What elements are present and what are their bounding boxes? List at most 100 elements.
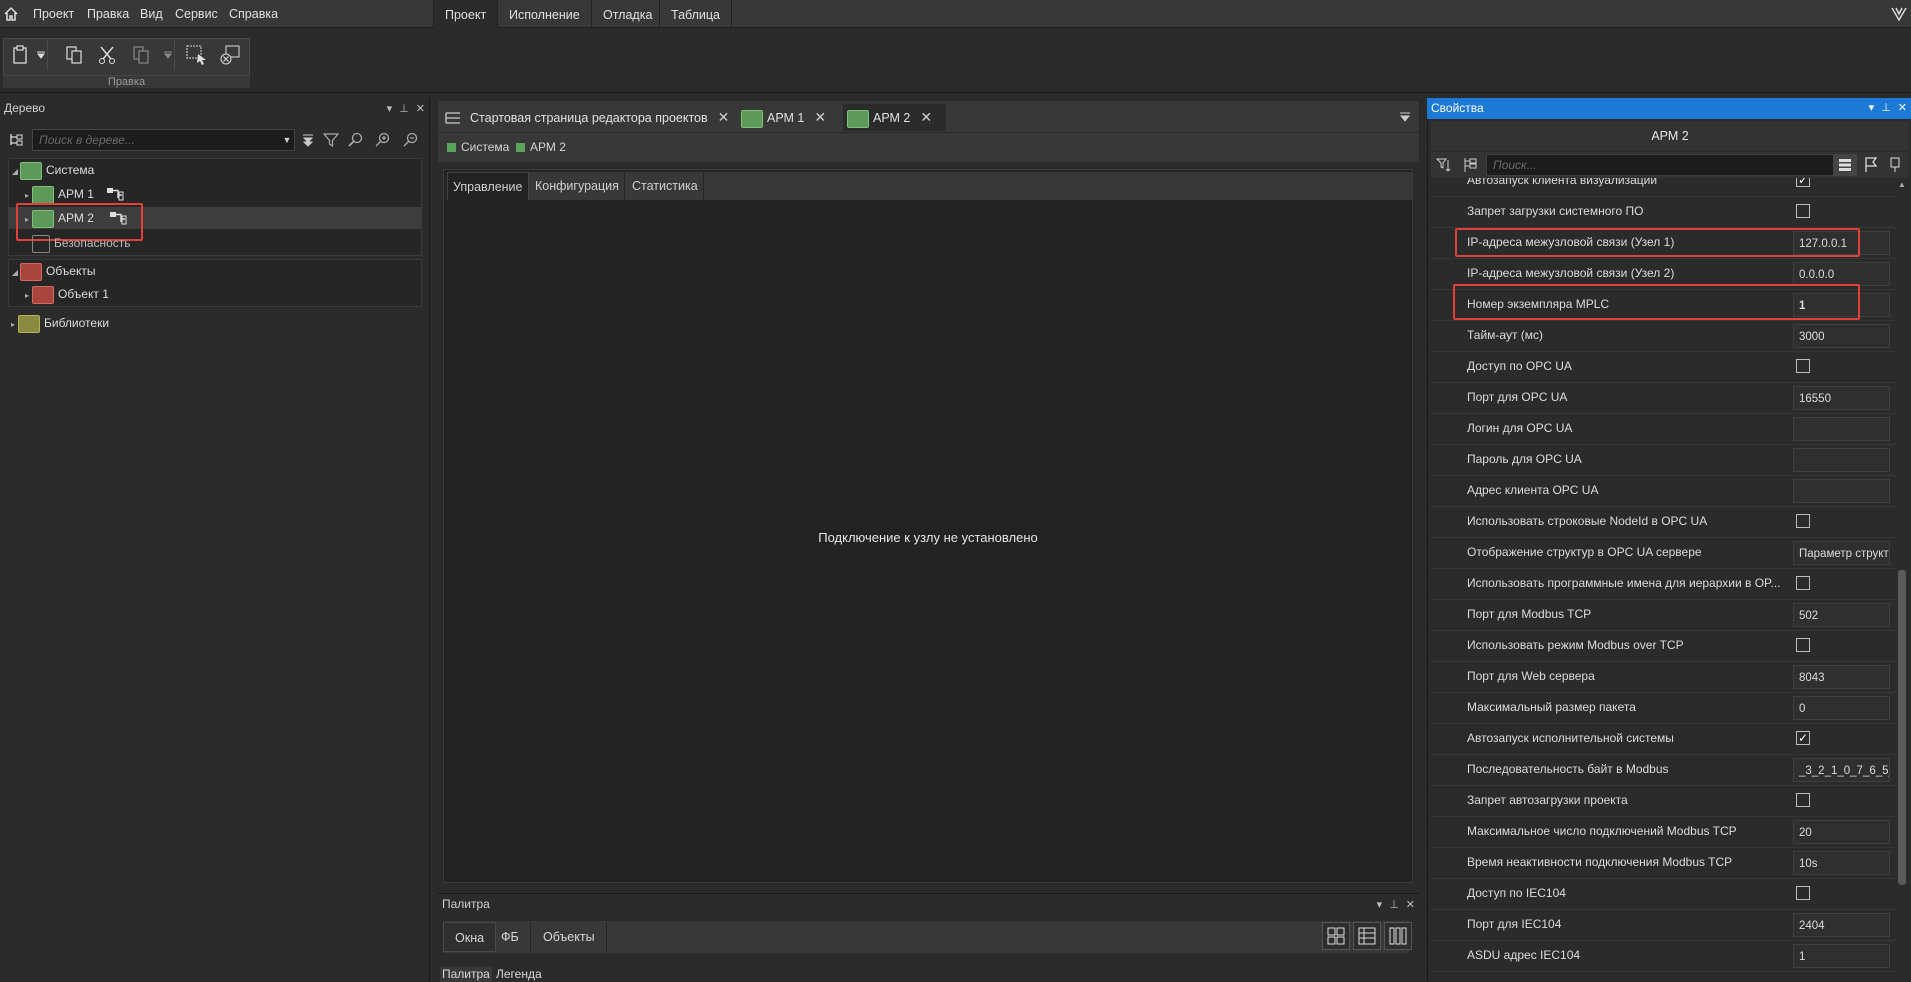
tree-search-input[interactable]: Поиск в дереве... — [32, 129, 295, 151]
tree-node-arm1[interactable]: ▸ АРМ 1 — [22, 183, 94, 205]
tab-configuration[interactable]: Конфигурация — [530, 172, 625, 200]
scrollbar-thumb[interactable] — [1898, 570, 1906, 885]
property-row[interactable]: Использовать программные имена для иерар… — [1431, 568, 1896, 600]
property-value-field[interactable]: 3000 — [1793, 324, 1890, 348]
checkbox-checked[interactable]: ✓ — [1796, 731, 1810, 745]
scroll-up-icon[interactable]: ▲ — [1898, 181, 1906, 189]
palette-tab-windows[interactable]: Окна — [443, 922, 497, 952]
close-icon[interactable]: ✕ — [1406, 898, 1415, 911]
tab-control[interactable]: Управление — [447, 172, 529, 200]
property-row[interactable]: Использовать режим Modbus over TCP — [1431, 630, 1896, 662]
paste-button[interactable] — [6, 40, 34, 70]
tab-arm1[interactable]: АРМ 1 ✕ — [737, 104, 839, 131]
property-row[interactable]: Доступ по IEC104 — [1431, 878, 1896, 910]
find-icon[interactable] — [345, 129, 367, 151]
chevron-down-icon[interactable]: ▾ — [1869, 98, 1875, 119]
find-next-icon[interactable] — [372, 129, 394, 151]
ribbon-tab-table[interactable]: Таблица — [659, 0, 733, 30]
expanded-icon[interactable]: ◢ — [10, 161, 20, 183]
property-row[interactable]: Максимальный размер пакета 0 — [1431, 692, 1896, 724]
collapsed-icon[interactable]: ▸ — [22, 285, 32, 307]
tab-arm2[interactable]: АРМ 2 ✕ — [843, 104, 946, 131]
menu-help[interactable]: Справка — [222, 0, 285, 28]
property-row[interactable]: Запрет автозагрузки проекта — [1431, 785, 1896, 817]
property-row[interactable]: Использовать строковые NodeId в OPC UA — [1431, 506, 1896, 538]
home-icon[interactable] — [0, 0, 22, 28]
close-icon[interactable]: ✕ — [718, 109, 730, 125]
property-value-field[interactable]: _3_2_1_0_7_6_5_4 — [1793, 758, 1890, 782]
collapsed-icon[interactable]: ▸ — [8, 314, 18, 336]
property-row[interactable]: Автозапуск исполнительной системы ✓ — [1431, 723, 1896, 755]
property-value-field[interactable] — [1793, 479, 1890, 503]
filter-icon[interactable] — [320, 129, 342, 151]
duplicate-button[interactable] — [127, 40, 155, 70]
checkbox[interactable] — [1796, 514, 1810, 528]
checkbox[interactable] — [1796, 359, 1810, 373]
chevron-down-icon[interactable]: ▾ — [1377, 898, 1383, 911]
property-row[interactable]: Порт для Modbus TCP 502 — [1431, 599, 1896, 631]
menu-project[interactable]: Проект — [26, 0, 81, 28]
copy-button[interactable] — [60, 40, 88, 70]
property-row[interactable]: Последовательность байт в Modbus _3_2_1_0… — [1431, 754, 1896, 786]
tag-icon[interactable] — [1884, 154, 1906, 176]
close-icon[interactable]: ✕ — [1898, 98, 1907, 119]
property-row[interactable]: Автозапуск клиента визуализации ✓ — [1431, 178, 1896, 197]
tree-structure-icon[interactable] — [4, 129, 28, 151]
tab-statistics[interactable]: Статистика — [627, 172, 704, 200]
property-value-field[interactable]: 1 — [1793, 944, 1890, 968]
checkbox[interactable] — [1796, 793, 1810, 807]
close-icon[interactable]: ✕ — [920, 109, 932, 125]
checkbox[interactable] — [1796, 204, 1810, 218]
select-button[interactable] — [183, 40, 211, 70]
checkbox[interactable] — [1796, 886, 1810, 900]
breadcrumb-arm2[interactable]: АРМ 2 — [516, 132, 566, 162]
bottom-tab-legend[interactable]: Легенда — [494, 967, 544, 982]
menu-view[interactable]: Вид — [133, 0, 170, 28]
tabs-dropdown-icon[interactable] — [1396, 106, 1414, 128]
property-value-field[interactable] — [1793, 417, 1890, 441]
checkbox-checked[interactable]: ✓ — [1796, 178, 1810, 187]
property-value-field[interactable]: 8043 — [1793, 665, 1890, 689]
tree-node-libraries[interactable]: ▸ Библиотеки — [8, 312, 109, 334]
property-row[interactable]: ASDU адрес IEC104 1 — [1431, 940, 1896, 972]
breadcrumb-system[interactable]: Система — [447, 132, 509, 162]
collapse-all-icon[interactable] — [298, 129, 318, 151]
property-row[interactable]: Тайм-аут (мс) 3000 — [1431, 320, 1896, 352]
expanded-icon[interactable]: ◢ — [10, 262, 20, 284]
palette-tab-objects[interactable]: Объекты — [532, 922, 607, 952]
ribbon-tab-project[interactable]: Проект — [433, 0, 499, 31]
grid-view-icon[interactable] — [1322, 922, 1350, 950]
connect-node-icon[interactable] — [104, 185, 126, 203]
tree-node-security[interactable]: Безопасность — [32, 232, 131, 254]
tree-node-objects[interactable]: ◢ Объекты — [10, 260, 96, 282]
property-value-field[interactable]: 2404 — [1793, 913, 1890, 937]
paste-dropdown-icon[interactable] — [34, 40, 48, 70]
property-value-field[interactable]: 0.0.0.0 — [1793, 262, 1890, 286]
bottom-tab-palette[interactable]: Палитра — [440, 967, 492, 982]
checkbox[interactable] — [1796, 576, 1810, 590]
columns-view-icon[interactable] — [1384, 922, 1412, 950]
pin-icon[interactable]: ⊥ — [1389, 898, 1399, 911]
list-view-icon[interactable] — [1833, 154, 1857, 176]
search-dropdown-icon[interactable]: ▼ — [280, 129, 294, 151]
property-row[interactable]: Запрет загрузки системного ПО — [1431, 196, 1896, 228]
cut-button[interactable] — [93, 40, 121, 70]
find-previous-icon[interactable] — [400, 129, 422, 151]
menu-service[interactable]: Сервис — [168, 0, 225, 28]
property-row[interactable]: Доступ по OPC UA — [1431, 351, 1896, 383]
property-value-field[interactable]: 502 — [1793, 603, 1890, 627]
properties-search-input[interactable]: Поиск... — [1486, 154, 1838, 176]
ribbon-tab-debug[interactable]: Отладка — [591, 0, 663, 30]
property-row[interactable]: Время неактивности подключения Modbus TC… — [1431, 847, 1896, 879]
tab-start-page[interactable]: Стартовая страница редактора проектов ✕ — [466, 104, 730, 131]
property-row[interactable]: Адрес клиента OPC UA — [1431, 475, 1896, 507]
property-value-field[interactable]: 20 — [1793, 820, 1890, 844]
tab-list-icon[interactable] — [442, 104, 464, 131]
categorize-icon[interactable] — [1459, 154, 1481, 176]
delete-button[interactable] — [216, 40, 244, 70]
property-row[interactable]: Порт для OPC UA 16550 — [1431, 382, 1896, 414]
property-value-field[interactable]: Параметр структу — [1793, 541, 1890, 565]
property-value-field[interactable]: 0 — [1793, 696, 1890, 720]
tree-node-object1[interactable]: ▸ Объект 1 — [22, 283, 109, 305]
flag-icon[interactable] — [1860, 154, 1882, 176]
